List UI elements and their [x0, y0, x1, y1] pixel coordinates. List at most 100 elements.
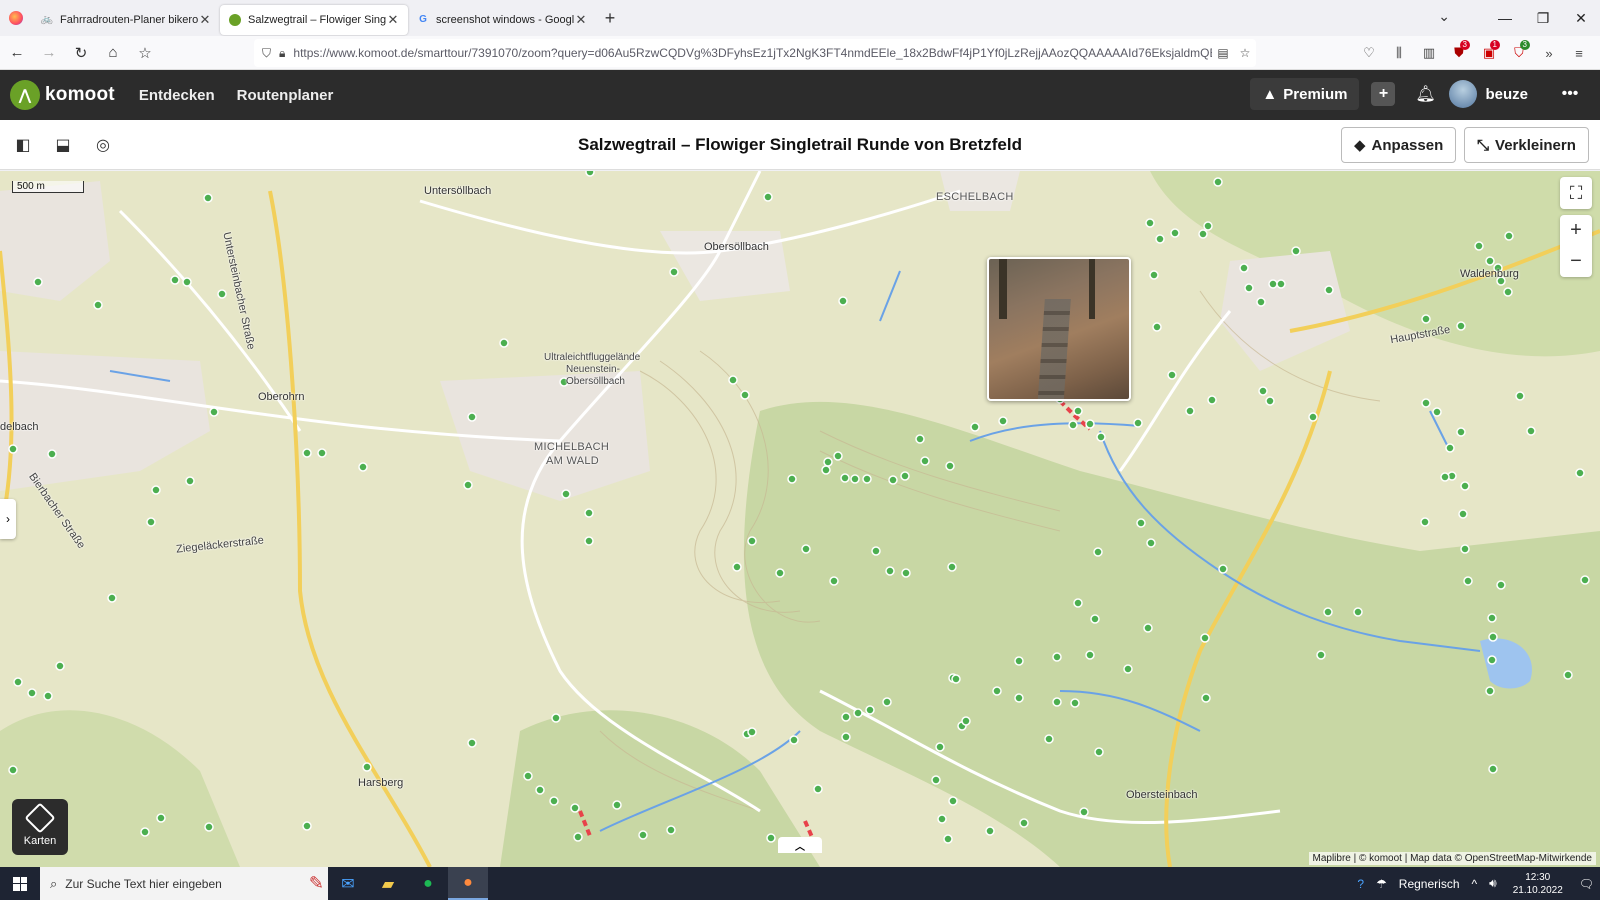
mountain-icon: ▲	[1262, 85, 1278, 103]
volume-icon[interactable]: 🔊︎	[1483, 876, 1503, 891]
premium-button[interactable]: ▲ Premium	[1250, 78, 1360, 110]
map-attribution[interactable]: Maplibre | © komoot | Map data © OpenStr…	[1308, 852, 1596, 865]
shield-icon[interactable]: ⛉	[262, 46, 271, 61]
spotify-icon[interactable]: ●	[408, 867, 448, 900]
app-menu-icon[interactable]: ≡	[1564, 40, 1594, 66]
shrink-label: Verkleinern	[1495, 136, 1576, 154]
search-icon: ⌕	[50, 875, 58, 891]
search-highlight-icon: ✎	[308, 873, 324, 893]
extension-badge: 3	[1519, 40, 1530, 50]
map-canvas[interactable]: Untersöllbach Obersöllbach ESCHELBACH Wa…	[0, 171, 1600, 867]
home-icon[interactable]: ⌂	[98, 38, 128, 68]
notifications-icon[interactable]: 🗨︎	[1573, 877, 1600, 891]
pocket-icon[interactable]: ♡	[1354, 40, 1384, 66]
tour-highlight-photo[interactable]	[987, 257, 1131, 401]
sidebar-icon[interactable]: ▥	[1414, 40, 1444, 66]
list-all-tabs-icon[interactable]: ⌄	[1438, 8, 1450, 25]
url-text[interactable]: https://www.komoot.de/smarttour/7391070/…	[293, 46, 1212, 60]
new-tab-button[interactable]: +	[596, 8, 624, 29]
map-scale: 500 m	[12, 181, 84, 193]
adjust-button[interactable]: ◆ Anpassen	[1341, 127, 1457, 163]
browser-tab-bikeroute[interactable]: 🚲 Fahrradrouten-Planer bikerout ✕	[32, 5, 220, 35]
adjust-icon: ◆	[1354, 137, 1366, 154]
library-icon[interactable]: ⫼	[1384, 40, 1414, 66]
zoom-controls: + −	[1560, 215, 1592, 277]
tab-title: screenshot windows - Google S	[436, 13, 574, 26]
map-layers-label: Karten	[23, 835, 57, 847]
map-label-oberohrn: Oberohrn	[258, 391, 305, 403]
premium-label: Premium	[1283, 85, 1348, 103]
komoot-logo[interactable]: ⋀ komoot	[10, 80, 115, 110]
create-button[interactable]: +	[1365, 78, 1401, 110]
clock[interactable]: 12:30 21.10.2022	[1503, 871, 1573, 897]
expand-sidebar-chevron-icon[interactable]: ›	[0, 499, 16, 539]
system-tray: ? ☂ Regnerisch ^ 🔊︎ 12:30 21.10.2022 🗨︎	[1351, 867, 1600, 900]
pocket-save-icon[interactable]: ☆	[130, 38, 160, 68]
weather-label[interactable]: Regnerisch	[1393, 877, 1466, 891]
hide-eye-icon[interactable]: ◎	[86, 128, 120, 162]
lock-icon[interactable]: 🔒︎	[279, 46, 285, 61]
restore-icon[interactable]: ❐	[1524, 0, 1562, 36]
map-label-obersteinbach: Obersteinbach	[1126, 789, 1198, 801]
close-tab-icon[interactable]: ✕	[198, 12, 212, 28]
layers-icon	[24, 802, 56, 834]
forward-arrow-icon[interactable]: →	[34, 38, 64, 68]
browser-tab-bar: 🚲 Fahrradrouten-Planer bikerout ✕ Salzwe…	[0, 0, 1600, 36]
map-label-airfield: Ultraleichtfluggelände	[544, 352, 641, 363]
help-icon[interactable]: ?	[1351, 877, 1370, 891]
nav-discover[interactable]: Entdecken	[139, 87, 215, 104]
firefox-taskbar-icon[interactable]: ●	[448, 867, 488, 900]
browser-toolbar-right: ♡ ⫼ ▥ ⛊ 3 ▣ 1 ⛉ 3 » ≡	[1354, 40, 1594, 66]
shrink-icon: ⤡	[1477, 136, 1490, 154]
minimize-icon[interactable]: —	[1486, 0, 1524, 36]
extension-badge: 1	[1489, 40, 1500, 50]
map-layers-button[interactable]: Karten	[12, 799, 68, 855]
tab-title: Salzwegtrail – Flowiger Singletr	[248, 13, 386, 26]
browser-tab-google[interactable]: G screenshot windows - Google S ✕	[408, 5, 596, 35]
shield-extension-icon[interactable]: ⛉ 3	[1504, 40, 1534, 66]
panel-bottom-icon[interactable]: ⬓	[46, 128, 80, 162]
google-favicon-icon: G	[419, 14, 427, 25]
close-window-icon[interactable]: ✕	[1562, 0, 1600, 36]
firefox-menu-icon[interactable]	[0, 0, 32, 36]
file-explorer-icon[interactable]: ▰	[368, 867, 408, 900]
map-label-harsberg: Harsberg	[358, 777, 404, 789]
browser-tab-komoot[interactable]: Salzwegtrail – Flowiger Singletr ✕	[220, 4, 408, 35]
reader-view-icon[interactable]: ▤	[1212, 46, 1234, 60]
windows-start-icon[interactable]	[0, 867, 40, 900]
ublock-extension-icon[interactable]: ⛊ 3	[1444, 40, 1474, 66]
expand-bottom-panel-chevron-icon[interactable]: ︿	[778, 837, 822, 853]
panel-left-icon[interactable]: ◧	[6, 128, 40, 162]
more-menu-icon[interactable]: •••	[1552, 78, 1588, 110]
tab-title: Fahrradrouten-Planer bikerout	[60, 13, 198, 26]
weather-icon[interactable]: ☂	[1370, 877, 1393, 891]
zoom-in-icon[interactable]: +	[1560, 215, 1592, 246]
shrink-button[interactable]: ⤡ Verkleinern	[1464, 127, 1589, 163]
address-bar[interactable]: ⛉ 🔒︎ https://www.komoot.de/smarttour/739…	[254, 39, 1256, 67]
username[interactable]: beuze	[1485, 86, 1528, 103]
nav-route-planner[interactable]: Routenplaner	[237, 87, 334, 104]
taskbar-search-input[interactable]: ⌕ Zur Suche Text hier eingeben ✎	[40, 867, 328, 900]
tray-chevron-icon[interactable]: ^	[1466, 877, 1484, 891]
extension-icon[interactable]: ▣ 1	[1474, 40, 1504, 66]
more-tools-icon[interactable]: »	[1534, 40, 1564, 66]
notifications-bell-icon[interactable]: 🔔︎	[1407, 78, 1443, 110]
reload-icon[interactable]: ↻	[66, 38, 96, 68]
komoot-header: ⋀ komoot Entdecken Routenplaner ▲ Premiu…	[0, 70, 1600, 120]
map-label-michelbach: MICHELBACH	[534, 441, 610, 453]
close-tab-icon[interactable]: ✕	[386, 12, 400, 28]
browser-nav-bar: ← → ↻ ⌂ ☆ ⛉ 🔒︎ https://www.komoot.de/sma…	[0, 36, 1600, 70]
extension-badge: 3	[1459, 40, 1470, 50]
photo-trail	[1037, 299, 1071, 399]
close-tab-icon[interactable]: ✕	[574, 12, 588, 28]
mail-app-icon[interactable]: ✉	[328, 867, 368, 900]
map-label-delbach: delbach	[0, 421, 39, 433]
map-label-waldenburg: Waldenburg	[1460, 268, 1519, 280]
bikeroute-favicon-icon: 🚲	[40, 14, 54, 25]
bookmark-star-icon[interactable]: ☆	[1234, 46, 1256, 60]
zoom-out-icon[interactable]: −	[1560, 246, 1592, 277]
map-label-am-wald: AM WALD	[546, 455, 600, 467]
avatar[interactable]	[1449, 80, 1478, 108]
fullscreen-icon[interactable]: ⛶	[1560, 177, 1592, 209]
back-arrow-icon[interactable]: ←	[2, 38, 32, 68]
